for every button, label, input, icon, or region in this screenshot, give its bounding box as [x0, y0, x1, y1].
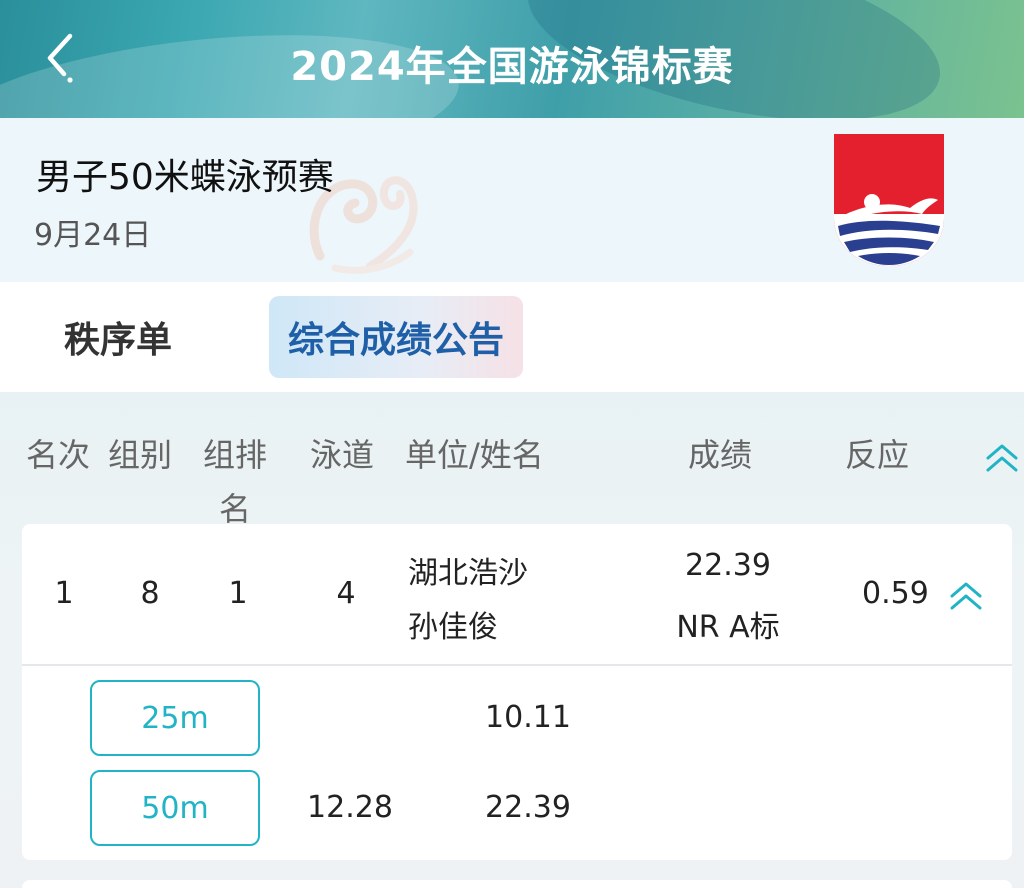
event-name: 男子50米蝶泳预赛	[36, 157, 334, 198]
tab-results[interactable]: 综合成绩公告	[269, 296, 523, 378]
athlete-name: 孙佳俊	[408, 610, 498, 645]
result-value: 22.39	[685, 548, 771, 583]
group-value: 8	[140, 576, 160, 611]
results-section: 名次 组别 组排 名 泳道 单位/姓名 成绩 反应 1 8 1 4 湖北浩沙 孙…	[0, 392, 1024, 888]
rank-value: 1	[54, 576, 74, 611]
swimmer-logo	[834, 134, 944, 266]
column-header-reaction: 反应	[845, 436, 910, 474]
event-date: 9月24日	[34, 218, 152, 253]
unit-value: 湖北浩沙	[408, 556, 528, 591]
record-note: NR A标	[676, 610, 780, 645]
column-header-group-rank: 组排 名	[202, 436, 267, 528]
result-row-card[interactable]: 1 8 1 4 湖北浩沙 孙佳俊 22.39 NR A标 0.59 25m 10…	[22, 524, 1012, 860]
group-rank-value: 1	[228, 576, 248, 611]
lane-value: 4	[336, 576, 356, 611]
split-50m-button[interactable]: 50m	[90, 770, 260, 846]
split-25m-cumulative: 10.11	[485, 700, 571, 735]
page-title: 2024年全国游泳锦标赛	[290, 44, 734, 90]
column-header-group: 组别	[108, 436, 173, 474]
double-chevron-up-icon[interactable]	[984, 440, 1020, 476]
split-50m-cumulative: 22.39	[485, 790, 571, 825]
column-header-result: 成绩	[688, 436, 753, 474]
next-row-card[interactable]	[22, 880, 1012, 888]
app-root: 2024年全国游泳锦标赛 男子50米蝶泳预赛 9月24日 秩序单 综合成绩公告 …	[0, 0, 1024, 888]
event-info: 男子50米蝶泳预赛 9月24日	[0, 118, 1024, 282]
row-divider	[22, 664, 1012, 666]
header-bar: 2024年全国游泳锦标赛	[0, 0, 1024, 118]
column-header-lane: 泳道	[310, 436, 375, 474]
tab-bar: 秩序单 综合成绩公告	[0, 282, 1024, 392]
reaction-value: 0.59	[862, 576, 929, 611]
split-25m-button[interactable]: 25m	[90, 680, 260, 756]
column-header-rank: 名次	[26, 436, 91, 474]
split-50m-lap: 12.28	[307, 790, 393, 825]
column-header-unit-name: 单位/姓名	[405, 436, 544, 474]
double-chevron-up-icon[interactable]	[948, 578, 984, 614]
tab-schedule[interactable]: 秩序单	[64, 296, 172, 378]
